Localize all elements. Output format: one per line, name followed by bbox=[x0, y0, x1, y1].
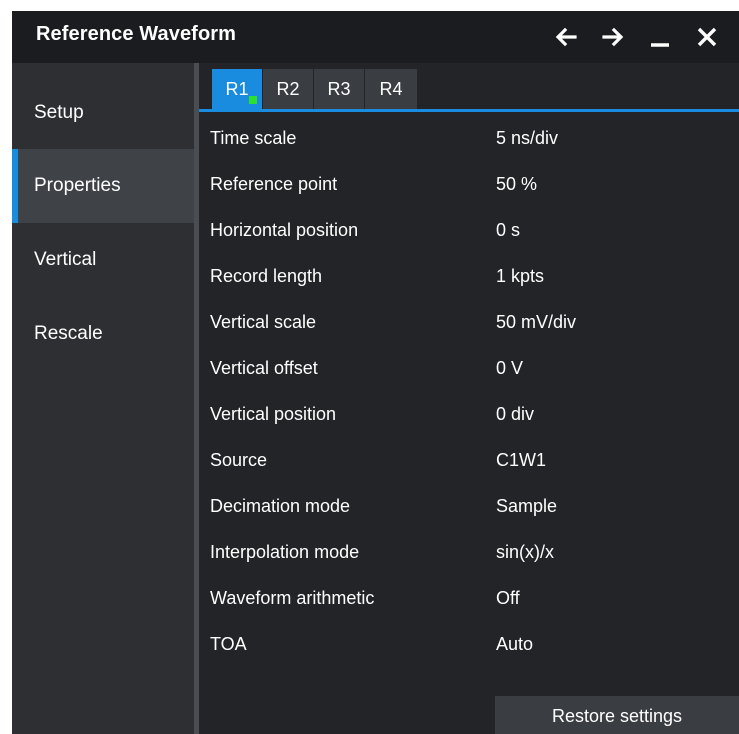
property-row-vertical-offset[interactable]: Vertical offset 0 V bbox=[199, 346, 739, 392]
property-value[interactable]: Off bbox=[496, 588, 520, 609]
tab-r2[interactable]: R2 bbox=[263, 69, 313, 109]
properties-panel: R1 R2 R3 R4 Time scale 5 ns/div Referenc… bbox=[199, 63, 739, 734]
property-value[interactable]: 0 s bbox=[496, 220, 520, 241]
sidebar-item-label: Vertical bbox=[34, 249, 97, 270]
property-label: Source bbox=[210, 450, 268, 470]
property-label: Vertical position bbox=[210, 404, 337, 424]
tab-label: R3 bbox=[327, 78, 351, 99]
property-label: Vertical offset bbox=[210, 358, 318, 378]
property-row-source[interactable]: Source C1W1 bbox=[199, 438, 739, 484]
tab-r4[interactable]: R4 bbox=[365, 69, 417, 109]
property-label: Record length bbox=[210, 266, 323, 286]
reference-tabs: R1 R2 R3 R4 bbox=[199, 63, 739, 113]
arrow-left-icon bbox=[555, 27, 577, 47]
tab-active-indicator bbox=[249, 96, 257, 104]
property-label: Interpolation mode bbox=[210, 542, 360, 562]
tab-label: R1 bbox=[225, 78, 249, 99]
property-value[interactable]: Auto bbox=[496, 634, 533, 655]
sidebar-item-label: Properties bbox=[34, 175, 121, 196]
property-value[interactable]: 50 mV/div bbox=[496, 312, 576, 333]
forward-button[interactable] bbox=[597, 21, 629, 53]
property-row-interpolation-mode[interactable]: Interpolation mode sin(x)/x bbox=[199, 530, 739, 576]
property-label: Time scale bbox=[210, 128, 297, 148]
property-row-horizontal-position[interactable]: Horizontal position 0 s bbox=[199, 208, 739, 254]
property-row-vertical-scale[interactable]: Vertical scale 50 mV/div bbox=[199, 300, 739, 346]
sidebar-item-properties[interactable]: Properties bbox=[12, 149, 194, 223]
sidebar-item-label: Setup bbox=[34, 102, 84, 123]
property-label: TOA bbox=[210, 634, 247, 654]
property-row-reference-point[interactable]: Reference point 50 % bbox=[199, 162, 739, 208]
property-label: Vertical scale bbox=[210, 312, 317, 332]
reference-waveform-dialog: Reference Waveform Setup Properties Vert… bbox=[12, 11, 739, 734]
active-indicator bbox=[12, 149, 18, 223]
property-row-time-scale[interactable]: Time scale 5 ns/div bbox=[199, 116, 739, 162]
back-button[interactable] bbox=[550, 21, 582, 53]
property-value[interactable]: Sample bbox=[496, 496, 557, 517]
property-value[interactable]: 50 % bbox=[496, 174, 537, 195]
property-row-decimation-mode[interactable]: Decimation mode Sample bbox=[199, 484, 739, 530]
property-value[interactable]: sin(x)/x bbox=[496, 542, 554, 563]
sidebar: Setup Properties Vertical Rescale bbox=[12, 63, 194, 734]
tab-r1[interactable]: R1 bbox=[212, 69, 262, 109]
property-label: Horizontal position bbox=[210, 220, 359, 240]
property-label: Decimation mode bbox=[210, 496, 351, 516]
title-bar: Reference Waveform bbox=[12, 11, 739, 63]
property-row-toa[interactable]: TOA Auto bbox=[199, 622, 739, 668]
minimize-button[interactable] bbox=[644, 21, 676, 53]
tab-r3[interactable]: R3 bbox=[314, 69, 364, 109]
property-label: Waveform arithmetic bbox=[210, 588, 375, 608]
property-row-vertical-position[interactable]: Vertical position 0 div bbox=[199, 392, 739, 438]
property-label: Reference point bbox=[210, 174, 338, 194]
property-value[interactable]: 1 kpts bbox=[496, 266, 544, 287]
sidebar-item-setup[interactable]: Setup bbox=[12, 76, 194, 150]
restore-settings-button[interactable]: Restore settings bbox=[495, 696, 739, 734]
property-value[interactable]: 5 ns/div bbox=[496, 128, 558, 149]
arrow-right-icon bbox=[602, 27, 624, 47]
property-value[interactable]: 0 div bbox=[496, 404, 534, 425]
close-button[interactable] bbox=[691, 21, 723, 53]
tab-label: R4 bbox=[379, 78, 403, 99]
property-value[interactable]: 0 V bbox=[496, 358, 523, 379]
minimize-icon bbox=[651, 43, 669, 47]
dialog-title: Reference Waveform bbox=[36, 23, 237, 45]
property-row-waveform-arithmetic[interactable]: Waveform arithmetic Off bbox=[199, 576, 739, 622]
sidebar-item-vertical[interactable]: Vertical bbox=[12, 223, 194, 297]
tab-underline bbox=[199, 109, 739, 112]
tab-label: R2 bbox=[276, 78, 300, 99]
sidebar-item-rescale[interactable]: Rescale bbox=[12, 297, 194, 371]
property-row-record-length[interactable]: Record length 1 kpts bbox=[199, 254, 739, 300]
property-value[interactable]: C1W1 bbox=[496, 450, 546, 471]
close-icon bbox=[697, 27, 717, 47]
sidebar-item-label: Rescale bbox=[34, 323, 103, 344]
